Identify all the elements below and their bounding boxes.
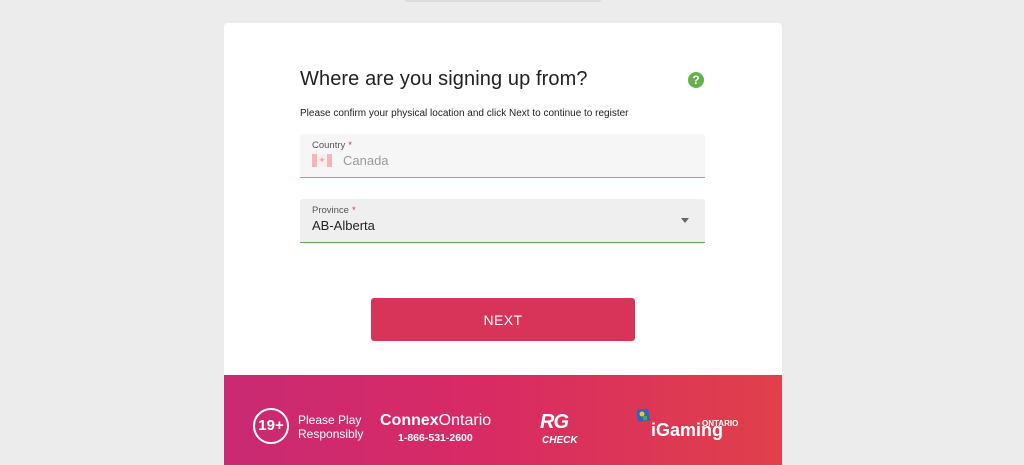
canada-flag-icon: ✦ <box>312 154 332 167</box>
rg-check-logo[interactable]: RG <box>540 411 569 434</box>
responsible-gaming-footer: 19+ Please Play Responsibly ConnexOntari… <box>224 375 782 465</box>
maple-leaf-icon: ✦ <box>318 155 326 165</box>
connex-phone: 1-866-531-2600 <box>398 432 473 444</box>
igaming-ontario-icon <box>637 409 650 422</box>
country-label: Country * <box>312 140 352 151</box>
igaming-ontario-logo[interactable]: iGaming <box>651 420 723 441</box>
connex-ontario-logo[interactable]: ConnexOntario <box>380 412 491 430</box>
chevron-down-icon[interactable] <box>681 218 689 223</box>
page-title: Where are you signing up from? <box>300 68 588 90</box>
country-value: Canada <box>343 153 389 168</box>
required-mark: * <box>351 205 356 216</box>
next-button[interactable]: NEXT <box>371 298 635 341</box>
please-play-responsibly-text: Please Play Responsibly <box>298 413 364 441</box>
province-label: Province * <box>312 205 356 216</box>
country-field: Country * ✦ Canada <box>300 134 705 178</box>
age-19-plus-badge: 19+ <box>253 408 289 444</box>
location-card: Where are you signing up from? ? Please … <box>224 23 782 465</box>
province-select[interactable]: Province * AB-Alberta <box>300 199 705 243</box>
help-icon[interactable]: ? <box>688 72 704 88</box>
page-subtitle: Please confirm your physical location an… <box>300 108 629 119</box>
province-value: AB-Alberta <box>312 218 375 233</box>
top-tab-decoration <box>405 0 601 2</box>
rg-check-text: CHECK <box>542 435 578 446</box>
required-mark: * <box>348 140 352 151</box>
